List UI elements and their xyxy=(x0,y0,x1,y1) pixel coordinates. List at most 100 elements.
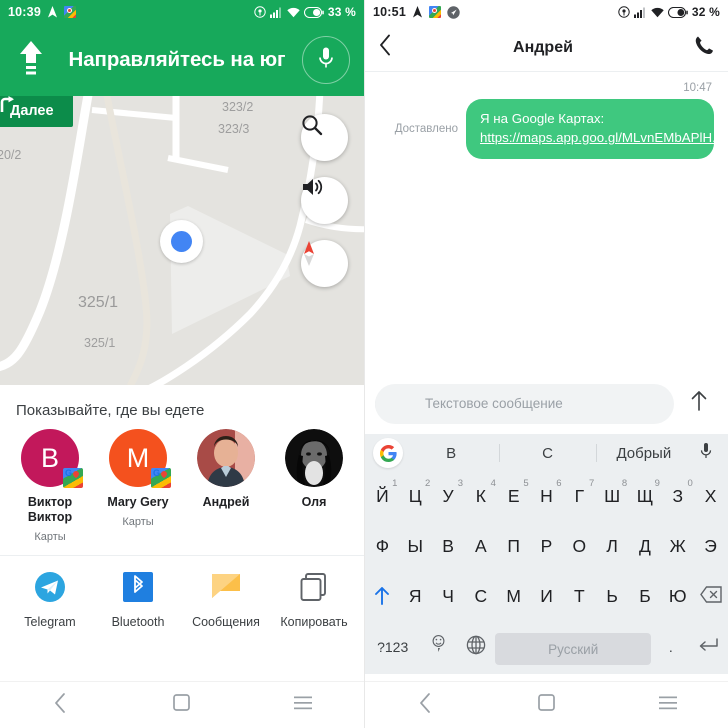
map-label: 325/1 xyxy=(78,294,119,311)
message-text-input[interactable]: Текстовое сообщение xyxy=(375,383,674,424)
key-З[interactable]: 0З xyxy=(662,477,693,517)
send-arrow-up-icon xyxy=(689,390,709,417)
google-g-icon[interactable] xyxy=(373,438,403,468)
key-Ы[interactable]: Ы xyxy=(400,527,431,567)
key-Ш[interactable]: 8Ш xyxy=(597,477,628,517)
period-key[interactable]: . xyxy=(653,631,688,663)
keyboard-row-1: 1Й 2Ц 3У 4К 5Е 6Н 7Г 8Ш 9Щ 0З Х xyxy=(365,472,728,522)
phone-icon[interactable] xyxy=(694,35,714,60)
recents-button[interactable] xyxy=(273,696,333,715)
conversation-area: 10:47 Доставлено Я на Google Картах: htt… xyxy=(365,72,728,372)
key-Р[interactable]: Р xyxy=(531,527,562,567)
key-label: О xyxy=(572,536,587,556)
key-Г[interactable]: 7Г xyxy=(564,477,595,517)
shift-key[interactable] xyxy=(367,577,398,617)
key-А[interactable]: А xyxy=(465,527,496,567)
key-Л[interactable]: Л xyxy=(597,527,628,567)
keyboard-row-3: Я Ч С М И Т Ь Б Ю xyxy=(365,572,728,622)
enter-key[interactable] xyxy=(691,631,726,663)
share-target-andrey[interactable]: Андрей xyxy=(182,429,270,543)
key-label: В xyxy=(442,536,454,556)
key-П[interactable]: П xyxy=(498,527,529,567)
share-app-telegram[interactable]: Telegram xyxy=(6,570,94,629)
wifi-icon xyxy=(287,7,300,18)
key-number: 1 xyxy=(392,478,398,489)
back-chevron-icon[interactable] xyxy=(379,34,392,61)
language-key[interactable] xyxy=(458,631,493,663)
keyboard-suggestion-bar: В С Добрый xyxy=(365,434,728,472)
shift-icon xyxy=(373,586,391,611)
share-target-mary[interactable]: M Mary Gery Карты xyxy=(94,429,182,543)
key-Н[interactable]: 6Н xyxy=(531,477,562,517)
sound-button[interactable] xyxy=(301,177,348,224)
symbols-key[interactable]: ?123 xyxy=(367,631,418,663)
space-key[interactable]: Русский xyxy=(495,633,652,665)
key-label: Д xyxy=(639,536,651,556)
key-Ю[interactable]: Ю xyxy=(662,577,693,617)
message-bubble[interactable]: Я на Google Картах: https://maps.app.goo… xyxy=(466,99,727,159)
map-label: 323/3 xyxy=(218,122,250,136)
status-bar-right: 10:51 32 % xyxy=(365,0,728,24)
key-К[interactable]: 4К xyxy=(465,477,496,517)
key-label: Й xyxy=(376,486,389,506)
message-input-placeholder: Текстовое сообщение xyxy=(425,396,563,411)
key-Э[interactable]: Э xyxy=(695,527,726,567)
share-app-messages[interactable]: Сообщения xyxy=(182,570,270,629)
share-target-name: Андрей xyxy=(202,495,250,509)
compass-button[interactable] xyxy=(301,240,348,287)
key-Ц[interactable]: 2Ц xyxy=(400,477,431,517)
message-link[interactable]: https://maps.app.goo.gl/MLvnEMbAPlH.vr xyxy=(480,130,727,145)
key-Б[interactable]: Б xyxy=(630,577,661,617)
key-С[interactable]: С xyxy=(465,577,496,617)
headset-icon xyxy=(254,6,266,18)
voice-command-button[interactable] xyxy=(302,36,350,84)
key-number: 3 xyxy=(457,478,464,489)
search-button[interactable] xyxy=(301,114,348,161)
map-canvas[interactable]: Далее 323/2 323/3 20/2 325/1 325/1 xyxy=(0,96,364,385)
back-button[interactable] xyxy=(31,692,91,718)
key-Ь[interactable]: Ь xyxy=(597,577,628,617)
share-target-olya[interactable]: Оля xyxy=(270,429,358,543)
key-И[interactable]: И xyxy=(531,577,562,617)
key-Ч[interactable]: Ч xyxy=(433,577,464,617)
keyboard-suggestion[interactable]: С xyxy=(499,445,595,462)
recents-button[interactable] xyxy=(638,696,698,715)
key-О[interactable]: О xyxy=(564,527,595,567)
key-Ж[interactable]: Ж xyxy=(662,527,693,567)
send-button[interactable] xyxy=(684,390,714,417)
system-navigation-bar-left xyxy=(0,681,364,728)
key-В[interactable]: В xyxy=(433,527,464,567)
share-app-label: Копировать xyxy=(280,614,348,629)
key-Д[interactable]: Д xyxy=(630,527,661,567)
key-Щ[interactable]: 9Щ xyxy=(630,477,661,517)
map-label: 325/1 xyxy=(84,336,116,350)
share-app-copy[interactable]: Копировать xyxy=(270,570,358,629)
home-button[interactable] xyxy=(152,694,212,716)
key-number: 8 xyxy=(621,478,628,489)
back-button[interactable] xyxy=(396,692,456,718)
home-button[interactable] xyxy=(517,694,577,716)
backspace-key[interactable] xyxy=(695,577,726,617)
next-turn-chip[interactable]: Далее xyxy=(0,96,73,127)
key-Я[interactable]: Я xyxy=(400,577,431,617)
key-Х[interactable]: Х xyxy=(695,477,726,517)
share-target-app: Карты xyxy=(122,515,154,528)
location-dot xyxy=(171,231,192,252)
wifi-icon xyxy=(651,7,664,18)
key-Т[interactable]: Т xyxy=(564,577,595,617)
share-app-bluetooth[interactable]: Bluetooth xyxy=(94,570,182,629)
key-Е[interactable]: 5Е xyxy=(498,477,529,517)
key-label: Я xyxy=(408,586,422,606)
key-label: Л xyxy=(606,536,618,556)
avatar xyxy=(285,429,343,487)
share-target-viktor[interactable]: В Виктор Виктор Карты xyxy=(6,429,94,543)
keyboard-suggestion[interactable]: В xyxy=(403,445,499,462)
key-М[interactable]: М xyxy=(498,577,529,617)
key-У[interactable]: 3У xyxy=(433,477,464,517)
keyboard-suggestion[interactable]: Добрый xyxy=(596,445,692,462)
emoji-key[interactable] xyxy=(420,631,455,663)
key-Й[interactable]: 1Й xyxy=(367,477,398,517)
key-Ф[interactable]: Ф xyxy=(367,527,398,567)
message-text: Я на Google Картах: xyxy=(480,111,605,126)
keyboard-voice-button[interactable] xyxy=(692,442,720,465)
